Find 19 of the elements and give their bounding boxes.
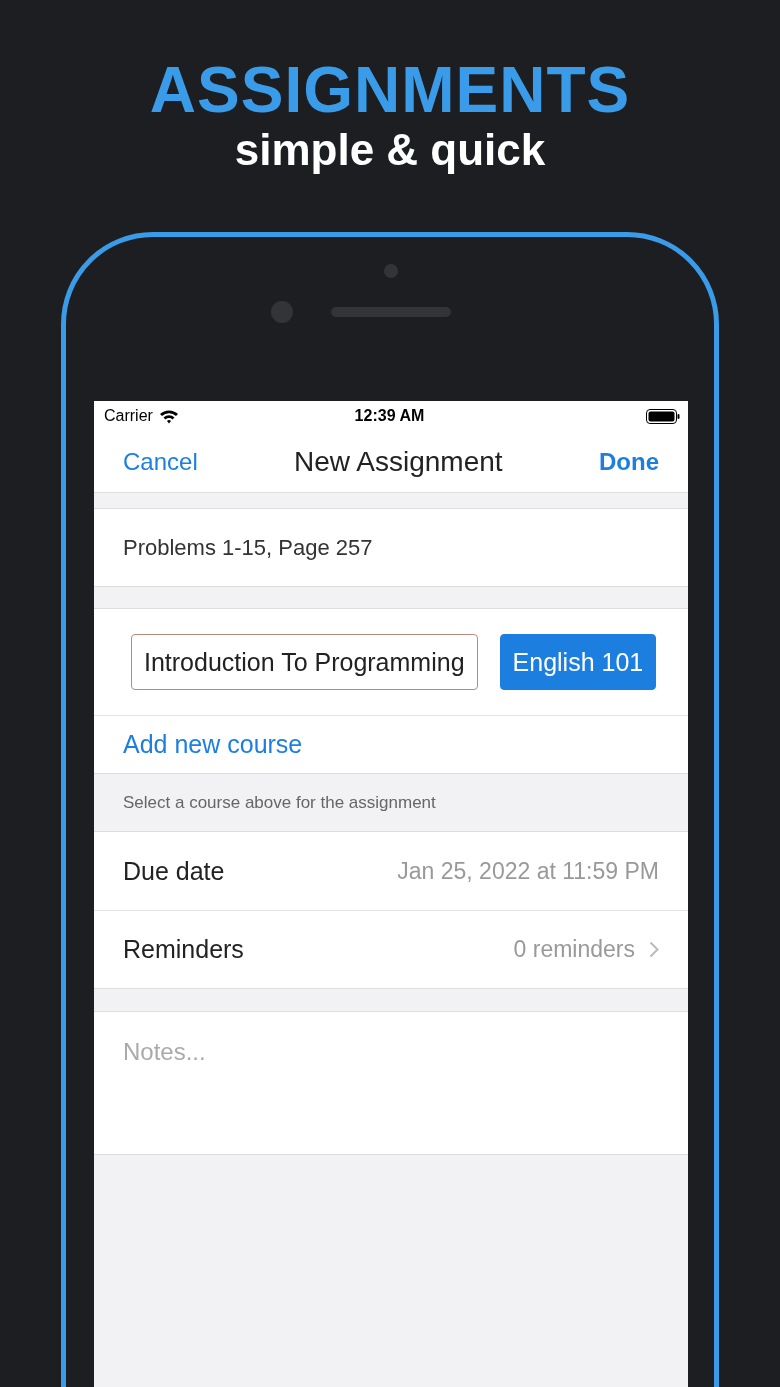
carrier-label: Carrier	[104, 407, 153, 425]
cancel-button[interactable]: Cancel	[123, 447, 198, 476]
assignment-title-field[interactable]: Problems 1-15, Page 257	[123, 534, 373, 561]
status-time: 12:39 AM	[354, 407, 425, 425]
form-row[interactable]: Reminders 0 reminders	[94, 910, 688, 988]
wifi-icon	[158, 408, 179, 424]
battery-icon	[646, 408, 680, 424]
done-button[interactable]: Done	[599, 447, 659, 476]
row-label: Reminders	[123, 935, 244, 964]
chevron-right-icon	[649, 941, 659, 958]
course-hint: Select a course above for the assignment	[122, 791, 437, 814]
screen-title: New Assignment	[294, 445, 503, 478]
row-label: Due date	[123, 856, 225, 886]
course-chip[interactable]: English 101	[499, 634, 657, 690]
course-chip[interactable]: Introduction To Programming	[131, 634, 478, 690]
row-value: Jan 25, 2022 at 11:59 PM	[397, 857, 659, 885]
add-course-link[interactable]: Add new course	[123, 730, 303, 759]
form-row[interactable]: Due date Jan 25, 2022 at 11:59 PM	[94, 832, 688, 910]
row-value: 0 reminders	[513, 936, 635, 963]
